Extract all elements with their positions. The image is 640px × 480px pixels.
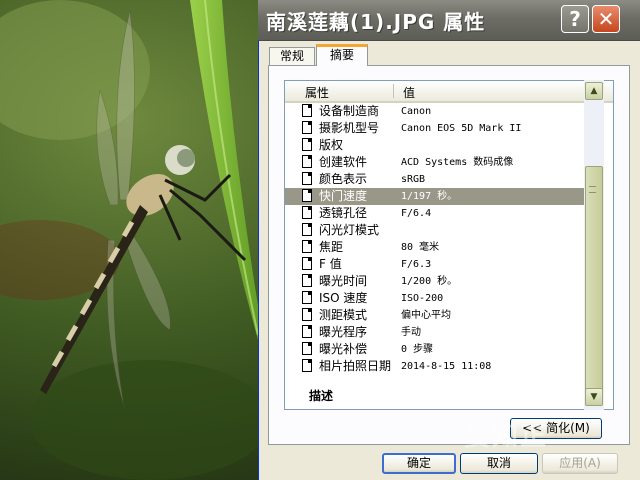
- property-label: 测距模式: [319, 308, 368, 322]
- property-row[interactable]: 曝光时间 1/200 秒。: [285, 273, 597, 290]
- document-icon: [302, 138, 312, 151]
- property-row[interactable]: 设备制造商 Canon: [285, 103, 597, 120]
- apply-button[interactable]: 应用(A): [542, 453, 618, 474]
- property-value: ACD Systems 数码成像: [401, 157, 514, 168]
- property-row[interactable]: 版权: [285, 137, 597, 154]
- document-icon: [302, 223, 312, 236]
- property-value: 1/197 秒。: [401, 191, 458, 202]
- list-header: 属性 值: [285, 81, 613, 103]
- property-value: sRGB: [401, 174, 426, 185]
- property-label: 快门速度: [319, 189, 368, 203]
- document-icon: [302, 121, 312, 134]
- property-rows: 设备制造商 Canon 摄影机型号 Canon EOS 5D Mark II 版权创建软…: [285, 103, 597, 375]
- document-icon: [302, 155, 312, 168]
- property-row[interactable]: 测距模式 偏中心平均: [285, 307, 597, 324]
- property-row[interactable]: 颜色表示 sRGB: [285, 171, 597, 188]
- property-row[interactable]: 摄影机型号 Canon EOS 5D Mark II: [285, 120, 597, 137]
- property-value: 0 步骤: [401, 344, 434, 355]
- property-value: 2014-8-15 11:08: [401, 361, 492, 372]
- tab-general[interactable]: 常规: [269, 47, 315, 65]
- property-label: 焦距: [319, 240, 344, 254]
- document-icon: [302, 291, 312, 304]
- document-icon: [302, 172, 312, 185]
- cancel-button[interactable]: 取消: [460, 453, 538, 474]
- watermark-logo: 姿知正: [464, 422, 549, 452]
- property-list[interactable]: 属性 值 设备制造商 Canon 摄影机型号 Canon EOS 5D Mark II…: [284, 80, 614, 410]
- list-scrollbar[interactable]: ▲ ▼: [584, 80, 604, 410]
- property-label: 创建软件: [319, 155, 368, 169]
- property-label: 设备制造商: [319, 104, 380, 118]
- property-value: 手动: [401, 327, 421, 338]
- help-button[interactable]: ?: [561, 5, 589, 33]
- property-value: 1/200 秒。: [401, 276, 458, 287]
- document-icon: [302, 206, 312, 219]
- property-label: 透镜孔径: [319, 206, 368, 220]
- tab-summary[interactable]: 摘要: [316, 44, 368, 66]
- ok-button[interactable]: 确定: [382, 453, 456, 474]
- title-bar[interactable]: 南溪莲藕(1).JPG 属性 ? ✕: [258, 0, 640, 41]
- help-icon: ?: [569, 7, 581, 31]
- document-icon: [302, 274, 312, 287]
- property-label: ISO 速度: [319, 291, 368, 305]
- document-icon: [302, 240, 312, 253]
- document-icon: [302, 359, 312, 372]
- property-value: F/6.4: [401, 208, 432, 219]
- scroll-up-button[interactable]: ▲: [585, 82, 603, 100]
- property-row[interactable]: 相片拍照日期 2014-8-15 11:08: [285, 358, 597, 375]
- column-header-value[interactable]: 值: [403, 84, 415, 101]
- chevron-up-icon: ▲: [590, 86, 598, 96]
- property-row[interactable]: 透镜孔径 F/6.4: [285, 205, 597, 222]
- property-label: 曝光补偿: [319, 342, 368, 356]
- property-row[interactable]: 闪光灯模式: [285, 222, 597, 239]
- document-icon: [302, 257, 312, 270]
- property-label: 摄影机型号: [319, 121, 380, 135]
- property-row[interactable]: 创建软件 ACD Systems 数码成像: [285, 154, 597, 171]
- property-row[interactable]: 曝光补偿 0 步骤: [285, 341, 597, 358]
- property-row[interactable]: F 值 F/6.3: [285, 256, 597, 273]
- document-icon: [302, 308, 312, 321]
- property-row[interactable]: ISO 速度 ISO-200: [285, 290, 597, 307]
- property-label: 颜色表示: [319, 172, 368, 186]
- document-icon: [302, 325, 312, 338]
- property-value: 80 毫米: [401, 242, 440, 253]
- scroll-grip-icon: [589, 186, 596, 193]
- property-row[interactable]: 曝光程序 手动: [285, 324, 597, 341]
- property-row[interactable]: 焦距 80 毫米: [285, 239, 597, 256]
- scroll-thumb[interactable]: [585, 166, 603, 391]
- property-label: 相片拍照日期: [319, 359, 392, 373]
- column-header-property[interactable]: 属性: [305, 84, 329, 101]
- description-section-heading: 描述: [309, 389, 334, 403]
- document-icon: [302, 104, 312, 117]
- property-value: Canon EOS 5D Mark II: [401, 123, 522, 134]
- property-row[interactable]: 快门速度 1/197 秒。: [285, 188, 597, 205]
- column-divider[interactable]: [393, 84, 394, 98]
- document-icon: [302, 189, 312, 202]
- document-icon: [302, 342, 312, 355]
- close-button[interactable]: ✕: [592, 5, 620, 33]
- property-label: F 值: [319, 257, 342, 271]
- property-label: 版权: [319, 138, 344, 152]
- close-icon: ✕: [597, 7, 615, 31]
- property-value: Canon: [401, 106, 432, 117]
- property-value: 偏中心平均: [401, 310, 451, 321]
- chevron-down-icon: ▼: [590, 392, 598, 402]
- property-label: 闪光灯模式: [319, 223, 380, 237]
- window-title: 南溪莲藕(1).JPG 属性: [266, 10, 486, 34]
- property-value: ISO-200: [401, 293, 444, 304]
- property-value: F/6.3: [401, 259, 432, 270]
- property-label: 曝光时间: [319, 274, 368, 288]
- property-label: 曝光程序: [319, 325, 368, 339]
- scroll-down-button[interactable]: ▼: [585, 388, 603, 406]
